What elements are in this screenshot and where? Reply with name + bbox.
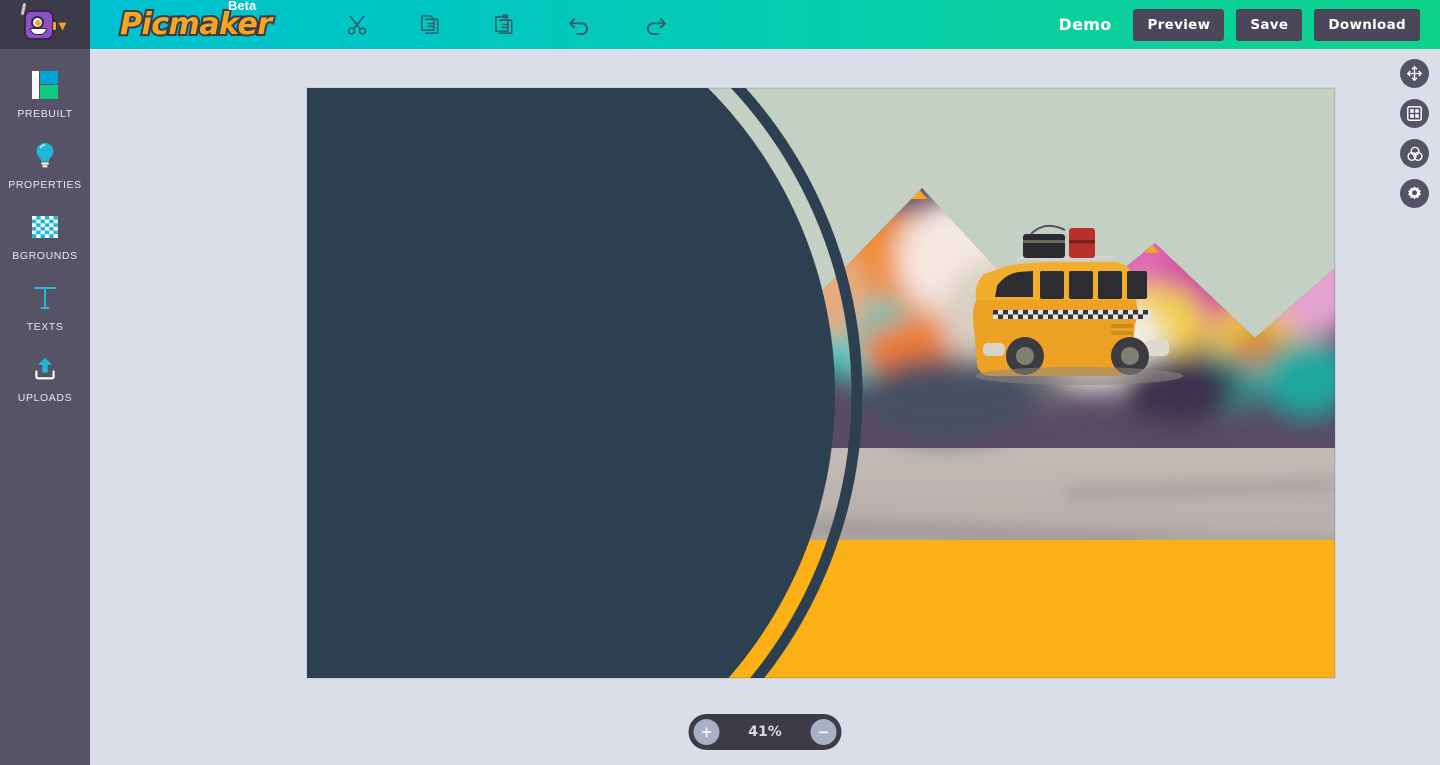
sidebar-item-label: PREBUILT <box>17 108 73 120</box>
app-logo[interactable]: Picmaker Beta <box>118 0 274 44</box>
canvas-workspace[interactable]: + 41% − <box>90 49 1440 765</box>
right-tool-rail <box>1400 59 1429 208</box>
sidebar-item-label: PROPERTIES <box>8 179 82 191</box>
project-name[interactable]: Demo <box>1058 15 1111 34</box>
avatar-zone[interactable]: ▾ <box>0 0 90 49</box>
redo-arrow-icon[interactable] <box>643 12 668 37</box>
color-circles-icon <box>1406 146 1423 161</box>
picmaker-editor: ▾ PREBUILT PROPERTIES BGROUNDS TEXTS UPL… <box>0 0 1440 765</box>
undo-arrow-icon[interactable] <box>567 12 592 37</box>
design-canvas[interactable] <box>307 88 1335 678</box>
paste-icon[interactable] <box>493 13 516 36</box>
save-button[interactable]: Save <box>1236 8 1303 41</box>
sidebar-item-label: UPLOADS <box>17 392 73 404</box>
template-layout-icon <box>30 70 60 100</box>
move-arrows-icon <box>1407 66 1422 81</box>
sidebar-item-properties[interactable]: PROPERTIES <box>0 141 90 191</box>
sidebar-item-bgrounds[interactable]: BGROUNDS <box>0 212 90 262</box>
header-actions: Demo Preview Save Download <box>1058 8 1420 41</box>
scissors-icon[interactable] <box>346 14 368 36</box>
color-tool-button[interactable] <box>1400 139 1429 168</box>
zoom-in-button[interactable]: + <box>693 719 720 745</box>
beta-badge: Beta <box>228 0 257 13</box>
copy-icon[interactable] <box>419 13 442 36</box>
top-header-bar: Picmaker Beta Demo Preview Save Download <box>90 0 1440 49</box>
chevron-down-icon[interactable]: ▾ <box>59 18 66 32</box>
zoom-control: + 41% − <box>688 714 842 750</box>
zoom-level-label: 41% <box>748 724 782 740</box>
left-sidebar: ▾ PREBUILT PROPERTIES BGROUNDS TEXTS UPL… <box>0 0 90 765</box>
grid-icon <box>1407 106 1422 121</box>
robot-avatar-icon[interactable] <box>20 2 57 40</box>
edit-toolbar <box>346 12 668 37</box>
upload-arrow-icon <box>30 354 60 384</box>
lightbulb-icon <box>30 141 60 171</box>
move-tool-button[interactable] <box>1400 59 1429 88</box>
text-t-icon <box>30 283 60 313</box>
checkerboard-icon <box>30 212 60 242</box>
download-button[interactable]: Download <box>1314 8 1420 41</box>
preview-button[interactable]: Preview <box>1133 8 1225 41</box>
sidebar-item-prebuilt[interactable]: PREBUILT <box>0 70 90 120</box>
gear-icon <box>1408 186 1421 200</box>
zoom-out-button[interactable]: − <box>810 719 837 745</box>
sidebar-item-label: BGROUNDS <box>12 250 78 262</box>
grid-tool-button[interactable] <box>1400 99 1429 128</box>
settings-tool-button[interactable] <box>1400 179 1429 208</box>
sidebar-item-uploads[interactable]: UPLOADS <box>0 354 90 404</box>
sidebar-item-texts[interactable]: TEXTS <box>0 283 90 333</box>
sidebar-item-label: TEXTS <box>26 321 64 333</box>
